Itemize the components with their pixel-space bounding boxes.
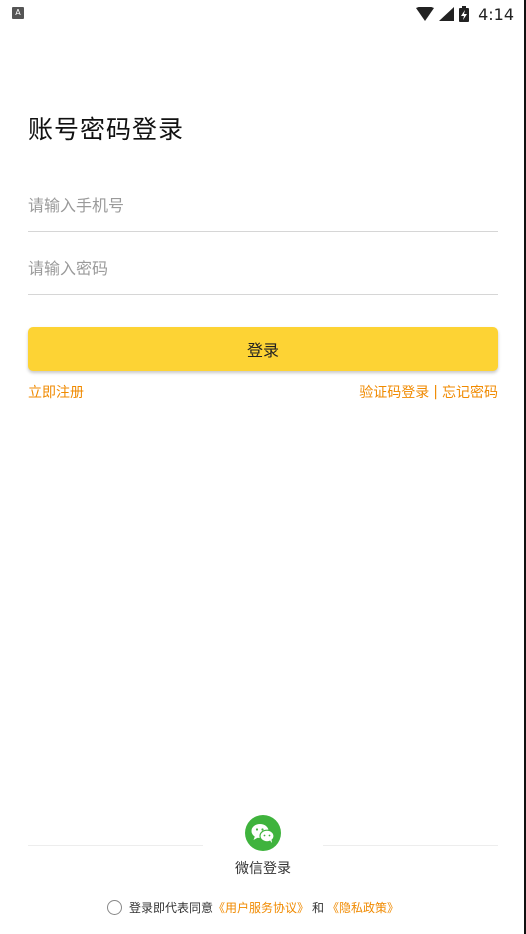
link-separator: | <box>433 384 438 400</box>
wechat-login-label[interactable]: 微信登录 <box>0 858 526 878</box>
battery-charging-icon <box>459 6 470 22</box>
phone-input-row <box>28 179 498 232</box>
user-agreement-link[interactable]: 《用户服务协议》 <box>213 899 309 916</box>
forgot-password-link[interactable]: 忘记密码 <box>442 382 498 402</box>
wechat-logo-icon <box>251 824 275 843</box>
phone-input[interactable] <box>28 179 498 231</box>
status-bar: A 4:14 <box>0 0 524 28</box>
agreement-and: 和 <box>312 901 325 915</box>
agreement-row: 登录即代表同意 《用户服务协议》 和 《隐私政策》 <box>107 899 399 916</box>
page-title: 账号密码登录 <box>28 115 185 144</box>
privacy-policy-link[interactable]: 《隐私政策》 <box>327 899 399 916</box>
secondary-links: 验证码登录 | 忘记密码 <box>359 382 498 402</box>
sms-login-link[interactable]: 验证码登录 <box>359 382 429 402</box>
wechat-divider-right <box>323 845 498 846</box>
wifi-icon <box>416 7 435 21</box>
status-time: 4:14 <box>478 4 514 24</box>
password-input[interactable] <box>28 242 498 294</box>
notification-icon: A <box>12 7 24 19</box>
wechat-icon[interactable] <box>245 815 281 851</box>
status-icons: 4:14 <box>416 3 514 25</box>
login-button[interactable]: 登录 <box>28 327 498 371</box>
wechat-divider-left <box>28 845 203 846</box>
register-link[interactable]: 立即注册 <box>28 382 84 402</box>
password-input-row <box>28 242 498 295</box>
agree-radio[interactable] <box>107 900 122 915</box>
signal-icon <box>439 7 455 21</box>
agreement-prefix: 登录即代表同意 <box>129 901 214 915</box>
